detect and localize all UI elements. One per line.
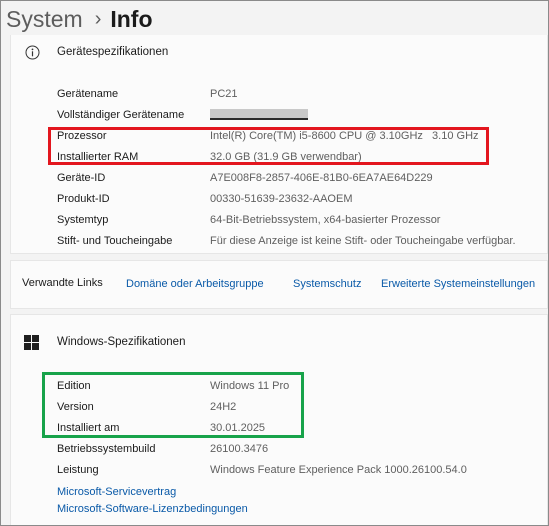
link-system-protection[interactable]: Systemschutz — [293, 278, 361, 290]
spec-row-system-type: Systemtyp 64-Bit-Betriebssystem, x64-bas… — [57, 210, 543, 231]
chevron-right-icon: › — [94, 7, 102, 30]
spec-value: Für diese Anzeige ist keine Stift- oder … — [210, 235, 516, 247]
spec-label: Systemtyp — [57, 214, 109, 226]
link-domain-workgroup[interactable]: Domäne oder Arbeitsgruppe — [126, 278, 264, 290]
breadcrumb: System › Info — [6, 3, 153, 35]
highlight-box-processor-ram — [48, 127, 489, 165]
spec-label: Produkt-ID — [57, 193, 110, 205]
spec-value: PC21 — [210, 88, 238, 100]
spec-value — [210, 105, 308, 126]
highlight-box-edition-version — [42, 372, 304, 438]
link-advanced-system-settings[interactable]: Erweiterte Systemeinstellungen — [381, 278, 535, 290]
windows-logo-icon — [24, 335, 39, 350]
spec-label: Vollständiger Gerätename — [57, 109, 185, 121]
link-service-agreement[interactable]: Microsoft-Servicevertrag — [57, 486, 176, 498]
win-row-os-build: Betriebssystembuild 26100.3476 — [57, 439, 543, 460]
spec-label: Leistung — [57, 464, 99, 476]
spec-row-device-id: Geräte-ID A7E008F8-2857-406E-81B0-6EA7AE… — [57, 168, 543, 189]
spec-value: A7E008F8-2857-406E-81B0-6EA7AE64D229 — [210, 172, 433, 184]
spec-value: 64-Bit-Betriebssystem, x64-basierter Pro… — [210, 214, 441, 226]
info-icon — [25, 45, 40, 60]
related-links-card: Verwandte Links Domäne oder Arbeitsgrupp… — [10, 260, 548, 309]
device-specs-title: Gerätespezifikationen — [57, 46, 169, 58]
spec-row-device-name: Gerätename PC21 — [57, 84, 543, 105]
spec-value: 00330-51639-23632-AAOEM — [210, 193, 353, 205]
spec-row-pen-touch: Stift- und Toucheingabe Für diese Anzeig… — [57, 231, 543, 252]
spec-label: Stift- und Toucheingabe — [57, 235, 173, 247]
link-license-terms[interactable]: Microsoft-Software-Lizenzbedingungen — [57, 503, 248, 515]
spec-row-product-id: Produkt-ID 00330-51639-23632-AAOEM — [57, 189, 543, 210]
spec-label: Betriebssystembuild — [57, 443, 156, 455]
spec-label: Gerätename — [57, 88, 119, 100]
page-title: Info — [110, 5, 153, 32]
spec-label: Geräte-ID — [57, 172, 106, 184]
breadcrumb-system[interactable]: System — [6, 6, 83, 33]
related-links-title: Verwandte Links — [22, 277, 103, 289]
spec-value: Windows Feature Experience Pack 1000.261… — [210, 464, 467, 476]
settings-window: System › Info Gerätespezifikationen Gerä… — [0, 0, 549, 526]
spec-value: 26100.3476 — [210, 443, 269, 455]
spec-row-full-device-name: Vollständiger Gerätename — [57, 105, 543, 126]
redacted-value — [210, 109, 308, 121]
win-row-experience: Leistung Windows Feature Experience Pack… — [57, 460, 543, 481]
windows-specs-title: Windows-Spezifikationen — [57, 336, 186, 348]
